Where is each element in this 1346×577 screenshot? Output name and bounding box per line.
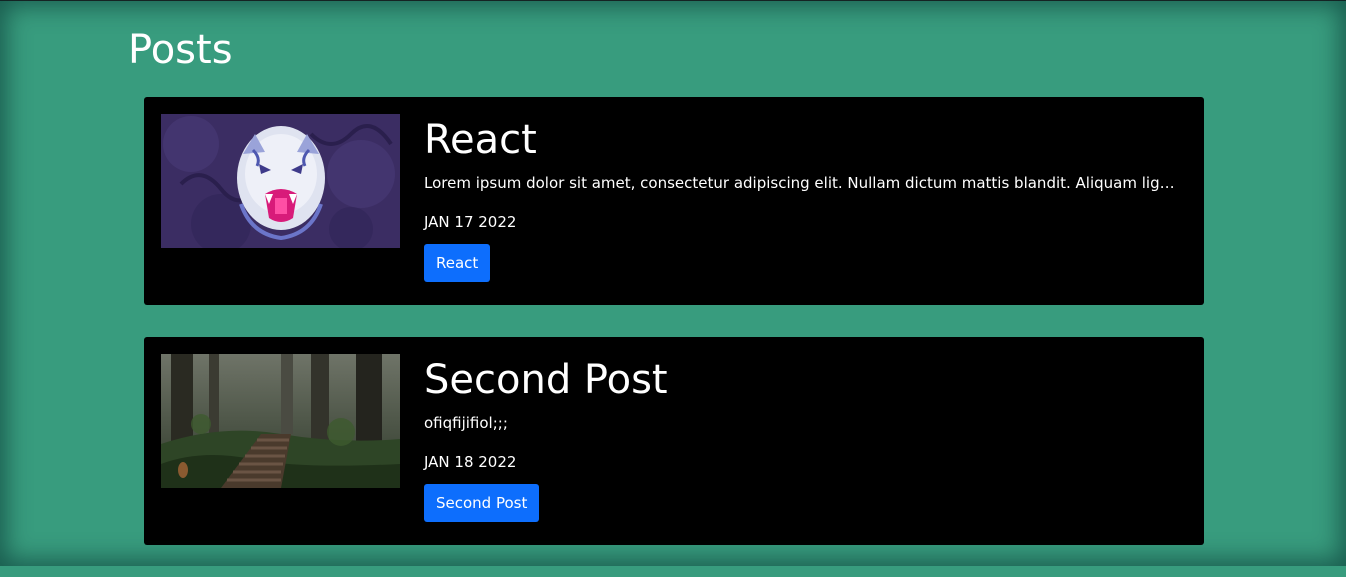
tiger-illustration-image <box>161 114 400 248</box>
post-thumbnail-tiger[interactable] <box>161 114 400 248</box>
post-thumbnail-forest[interactable] <box>161 354 400 488</box>
page-title: Posts <box>128 27 233 73</box>
post-tag-button[interactable]: Second Post <box>424 484 540 522</box>
post-body: React Lorem ipsum dolor sit amet, consec… <box>424 114 1180 282</box>
post-title[interactable]: Second Post <box>424 354 1180 406</box>
post-tag-button[interactable]: React <box>424 244 491 282</box>
post-excerpt: ofiqfijifiol;;; <box>424 414 508 432</box>
post-date: JAN 18 2022 <box>424 453 517 471</box>
post-card: React Lorem ipsum dolor sit amet, consec… <box>144 97 1204 305</box>
post-title[interactable]: React <box>424 114 1180 166</box>
forest-path-image <box>161 354 400 488</box>
post-date: JAN 17 2022 <box>424 213 517 231</box>
post-card: Second Post ofiqfijifiol;;; JAN 18 2022 … <box>144 337 1204 545</box>
post-excerpt: Lorem ipsum dolor sit amet, consectetur … <box>424 174 1180 192</box>
top-border <box>0 0 1346 1</box>
posts-list: React Lorem ipsum dolor sit amet, consec… <box>144 97 1204 577</box>
post-body: Second Post ofiqfijifiol;;; JAN 18 2022 … <box>424 354 1180 522</box>
